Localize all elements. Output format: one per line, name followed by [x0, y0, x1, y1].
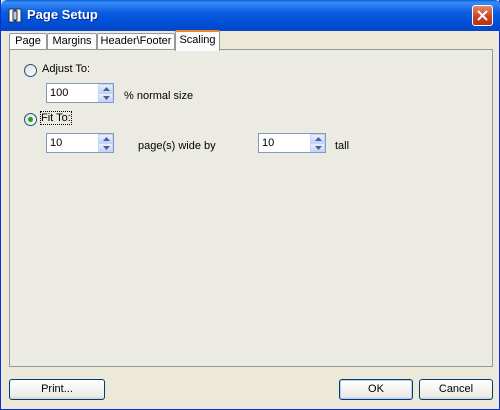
normal-size-label: % normal size — [124, 90, 194, 102]
adjust-to-spin-buttons — [98, 84, 113, 102]
tab-scaling[interactable]: Scaling — [175, 30, 220, 51]
scaling-panel: Adjust To: % normal size Fit To: — [9, 49, 493, 367]
close-icon — [477, 10, 488, 21]
fit-to-radio[interactable] — [24, 113, 37, 126]
pages-tall-stepper[interactable] — [258, 133, 326, 153]
title-bar[interactable]: Page Setup — [1, 0, 500, 31]
pages-tall-input[interactable] — [259, 134, 311, 152]
pages-tall-spin-buttons — [310, 134, 325, 152]
pages-tall-label: tall — [335, 140, 350, 152]
pages-wide-input[interactable] — [47, 134, 99, 152]
print-button[interactable]: Print... — [9, 379, 105, 400]
arrow-up-icon — [315, 137, 322, 141]
pages-wide-spin-buttons — [98, 134, 113, 152]
fit-to-label[interactable]: Fit To: — [40, 111, 72, 125]
adjust-to-label[interactable]: Adjust To: — [42, 63, 90, 75]
tab-margins[interactable]: Margins — [47, 33, 97, 50]
tab-page[interactable]: Page — [9, 33, 47, 50]
pages-tall-up-button[interactable] — [310, 134, 325, 143]
arrow-up-icon — [103, 87, 110, 91]
adjust-to-up-button[interactable] — [98, 84, 113, 93]
tab-header-footer[interactable]: Header\Footer — [97, 33, 175, 50]
pages-tall-down-button[interactable] — [310, 143, 325, 152]
adjust-to-stepper[interactable] — [46, 83, 114, 103]
arrow-up-icon — [103, 137, 110, 141]
arrow-down-icon — [103, 96, 110, 100]
pages-wide-label: page(s) wide by — [138, 140, 216, 152]
adjust-to-input[interactable] — [47, 84, 99, 102]
arrow-down-icon — [103, 146, 110, 150]
page-setup-dialog: Page Setup Page Margins Header\Footer Sc… — [0, 0, 500, 410]
ok-button[interactable]: OK — [339, 379, 413, 400]
pages-wide-stepper[interactable] — [46, 133, 114, 153]
adjust-to-down-button[interactable] — [98, 93, 113, 102]
window-title: Page Setup — [27, 7, 98, 22]
close-button[interactable] — [472, 5, 493, 26]
pages-wide-up-button[interactable] — [98, 134, 113, 143]
adjust-to-radio[interactable] — [24, 64, 37, 77]
page-setup-icon — [8, 8, 22, 23]
pages-wide-down-button[interactable] — [98, 143, 113, 152]
cancel-button[interactable]: Cancel — [419, 379, 493, 400]
arrow-down-icon — [315, 146, 322, 150]
radio-selected-dot — [28, 117, 33, 122]
